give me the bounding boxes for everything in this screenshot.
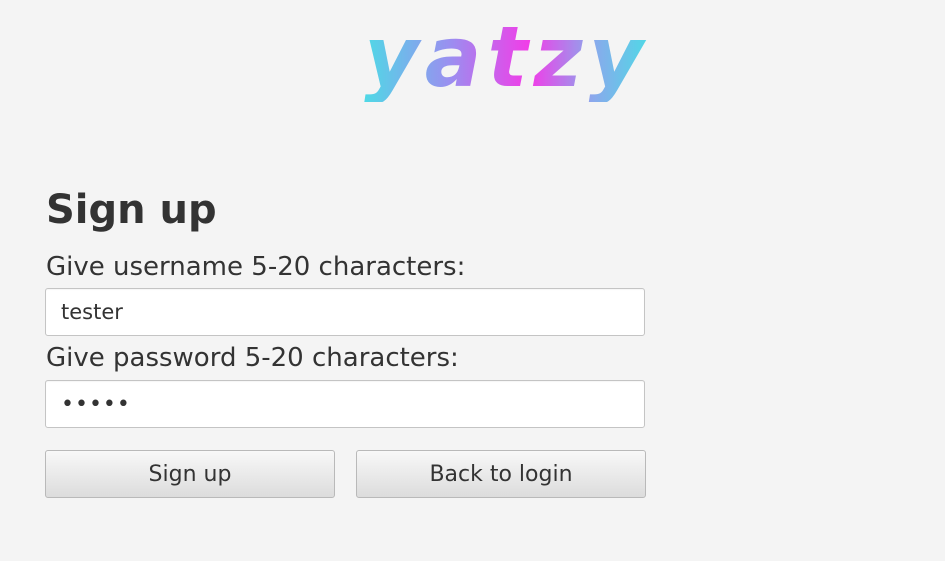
username-input[interactable]: tester bbox=[45, 288, 645, 336]
back-to-login-button[interactable]: Back to login bbox=[356, 450, 646, 498]
page-title: Sign up bbox=[46, 187, 217, 233]
password-value: ••••• bbox=[61, 391, 131, 417]
logo-text: yatzy bbox=[364, 14, 649, 102]
yatzy-logo: yatzy bbox=[364, 14, 649, 102]
username-value: tester bbox=[61, 300, 123, 324]
sign-up-button[interactable]: Sign up bbox=[45, 450, 335, 498]
password-label: Give password 5-20 characters: bbox=[46, 343, 459, 373]
password-input[interactable]: ••••• bbox=[45, 380, 645, 428]
username-label: Give username 5-20 characters: bbox=[46, 252, 466, 282]
